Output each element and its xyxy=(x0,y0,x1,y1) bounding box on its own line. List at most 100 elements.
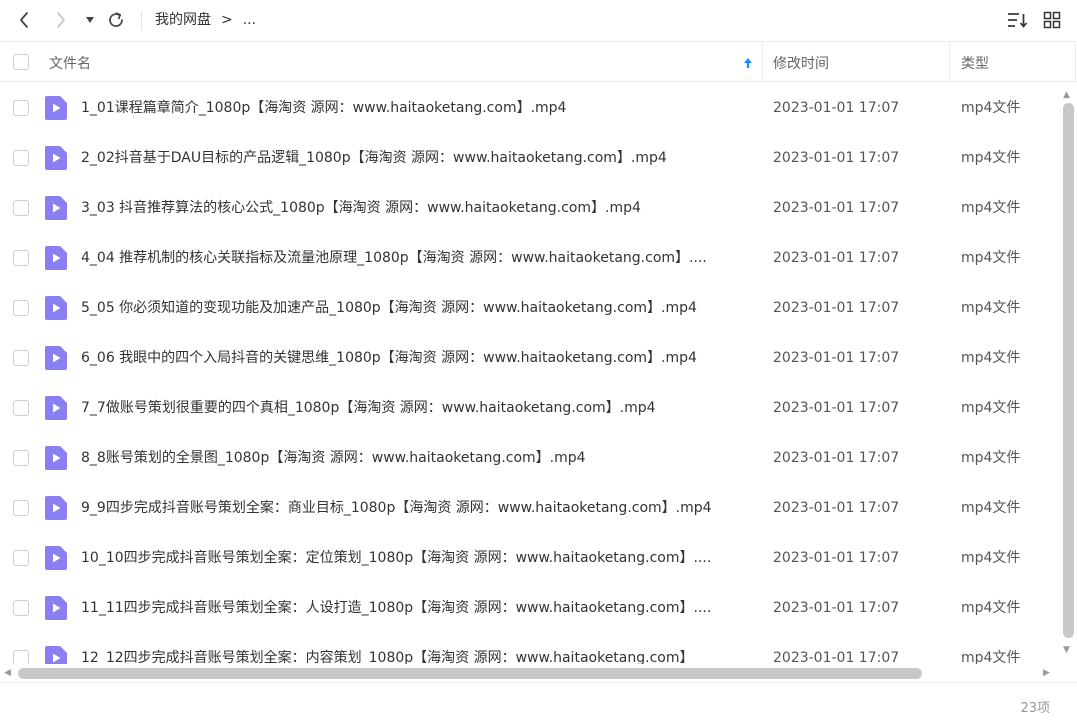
file-name[interactable]: 3_03 抖音推荐算法的核心公式_1080p【海淘资 源网：www.haitao… xyxy=(81,198,641,218)
status-bar: 23项 xyxy=(0,682,1077,724)
history-dropdown-button[interactable] xyxy=(83,9,97,31)
file-modified-time: 2023-01-01 17:07 xyxy=(773,500,900,516)
table-row[interactable]: 12_12四步完成抖音账号策划全案：内容策划_1080p【海淘资 源网：www.… xyxy=(0,633,1060,664)
row-checkbox[interactable] xyxy=(13,350,29,366)
file-name[interactable]: 6_06 我眼中的四个入局抖音的关键思维_1080p【海淘资 源网：www.ha… xyxy=(81,348,697,368)
column-header-modified-label: 修改时间 xyxy=(773,55,829,72)
video-file-icon xyxy=(45,96,67,120)
file-type: mp4文件 xyxy=(961,400,1021,416)
scroll-down-arrow-icon[interactable]: ▼ xyxy=(1063,645,1070,655)
file-list: 1_01课程篇章简介_1080p【海淘资 源网：www.haitaoketang… xyxy=(0,83,1060,664)
table-row[interactable]: 5_05 你必须知道的变现功能及加速产品_1080p【海淘资 源网：www.ha… xyxy=(0,283,1060,333)
file-modified-time: 2023-01-01 17:07 xyxy=(773,200,900,216)
select-all-checkbox[interactable] xyxy=(13,54,29,70)
toolbar: 我的网盘 > ... xyxy=(0,0,1077,42)
file-name[interactable]: 12_12四步完成抖音账号策划全案：内容策划_1080p【海淘资 源网：www.… xyxy=(81,648,694,664)
file-name[interactable]: 8_8账号策划的全景图_1080p【海淘资 源网：www.haitaoketan… xyxy=(81,448,586,468)
file-type: mp4文件 xyxy=(961,250,1021,266)
horizontal-scrollbar-thumb[interactable] xyxy=(18,668,922,679)
forward-button[interactable] xyxy=(51,9,71,31)
video-file-icon xyxy=(45,246,67,270)
chevron-left-icon xyxy=(20,12,28,28)
file-name[interactable]: 7_7做账号策划很重要的四个真相_1080p【海淘资 源网：www.haitao… xyxy=(81,398,656,418)
item-count: 23项 xyxy=(1020,701,1050,716)
file-name[interactable]: 9_9四步完成抖音账号策划全案：商业目标_1080p【海淘资 源网：www.ha… xyxy=(81,498,712,518)
file-type: mp4文件 xyxy=(961,550,1021,566)
table-row[interactable]: 8_8账号策划的全景图_1080p【海淘资 源网：www.haitaoketan… xyxy=(0,433,1060,483)
file-type: mp4文件 xyxy=(961,650,1021,664)
video-file-icon xyxy=(45,196,67,220)
file-name[interactable]: 4_04 推荐机制的核心关联指标及流量池原理_1080p【海淘资 源网：www.… xyxy=(81,248,707,268)
video-file-icon xyxy=(45,296,67,320)
file-type: mp4文件 xyxy=(961,500,1021,516)
view-toggle-button[interactable] xyxy=(1041,9,1063,31)
video-file-icon xyxy=(45,496,67,520)
row-checkbox[interactable] xyxy=(13,300,29,316)
file-modified-time: 2023-01-01 17:07 xyxy=(773,650,900,664)
file-name[interactable]: 2_02抖音基于DAU目标的产品逻辑_1080p【海淘资 源网：www.hait… xyxy=(81,148,667,168)
row-checkbox[interactable] xyxy=(13,450,29,466)
table-row[interactable]: 3_03 抖音推荐算法的核心公式_1080p【海淘资 源网：www.haitao… xyxy=(0,183,1060,233)
column-divider xyxy=(1075,43,1076,82)
file-name[interactable]: 1_01课程篇章简介_1080p【海淘资 源网：www.haitaoketang… xyxy=(81,98,566,118)
table-header: 文件名 修改时间 类型 xyxy=(0,43,1077,82)
column-header-name-label: 文件名 xyxy=(49,55,91,72)
chevron-right-icon xyxy=(57,12,65,28)
scroll-left-arrow-icon[interactable]: ◀ xyxy=(4,668,11,678)
file-type: mp4文件 xyxy=(961,300,1021,316)
column-divider[interactable] xyxy=(949,43,950,82)
table-row[interactable]: 2_02抖音基于DAU目标的产品逻辑_1080p【海淘资 源网：www.hait… xyxy=(0,133,1060,183)
file-modified-time: 2023-01-01 17:07 xyxy=(773,400,900,416)
refresh-button[interactable] xyxy=(105,9,127,31)
row-checkbox[interactable] xyxy=(13,500,29,516)
row-checkbox[interactable] xyxy=(13,550,29,566)
file-type: mp4文件 xyxy=(961,450,1021,466)
refresh-icon xyxy=(109,12,123,27)
scroll-right-arrow-icon[interactable]: ▶ xyxy=(1043,668,1050,678)
row-checkbox[interactable] xyxy=(13,200,29,216)
file-modified-time: 2023-01-01 17:07 xyxy=(773,100,900,116)
table-row[interactable]: 1_01课程篇章简介_1080p【海淘资 源网：www.haitaoketang… xyxy=(0,83,1060,133)
table-row[interactable]: 11_11四步完成抖音账号策划全案：人设打造_1080p【海淘资 源网：www.… xyxy=(0,583,1060,633)
video-file-icon xyxy=(45,396,67,420)
file-type: mp4文件 xyxy=(961,150,1021,166)
arrow-up-icon xyxy=(744,58,752,68)
row-checkbox[interactable] xyxy=(13,650,29,664)
file-type: mp4文件 xyxy=(961,600,1021,616)
file-modified-time: 2023-01-01 17:07 xyxy=(773,600,900,616)
table-row[interactable]: 10_10四步完成抖音账号策划全案：定位策划_1080p【海淘资 源网：www.… xyxy=(0,533,1060,583)
row-checkbox[interactable] xyxy=(13,400,29,416)
toolbar-divider xyxy=(141,11,142,30)
file-name[interactable]: 10_10四步完成抖音账号策划全案：定位策划_1080p【海淘资 源网：www.… xyxy=(81,548,711,568)
vertical-scrollbar-thumb[interactable] xyxy=(1063,103,1074,638)
row-checkbox[interactable] xyxy=(13,100,29,116)
column-header-type[interactable]: 类型 xyxy=(961,43,1061,82)
sort-button[interactable] xyxy=(1005,9,1029,31)
file-modified-time: 2023-01-01 17:07 xyxy=(773,550,900,566)
video-file-icon xyxy=(45,596,67,620)
table-row[interactable]: 9_9四步完成抖音账号策划全案：商业目标_1080p【海淘资 源网：www.ha… xyxy=(0,483,1060,533)
breadcrumb-more[interactable]: ... xyxy=(243,11,256,29)
scroll-up-arrow-icon[interactable]: ▲ xyxy=(1063,90,1070,100)
row-checkbox[interactable] xyxy=(13,250,29,266)
file-name[interactable]: 5_05 你必须知道的变现功能及加速产品_1080p【海淘资 源网：www.ha… xyxy=(81,298,697,318)
file-modified-time: 2023-01-01 17:07 xyxy=(773,250,900,266)
row-checkbox[interactable] xyxy=(13,150,29,166)
breadcrumb-root[interactable]: 我的网盘 xyxy=(155,11,211,29)
column-header-modified[interactable]: 修改时间 xyxy=(773,43,948,82)
column-header-name[interactable]: 文件名 xyxy=(49,43,761,82)
row-checkbox[interactable] xyxy=(13,600,29,616)
table-row[interactable]: 6_06 我眼中的四个入局抖音的关键思维_1080p【海淘资 源网：www.ha… xyxy=(0,333,1060,383)
file-type: mp4文件 xyxy=(961,100,1021,116)
table-row[interactable]: 4_04 推荐机制的核心关联指标及流量池原理_1080p【海淘资 源网：www.… xyxy=(0,233,1060,283)
sort-icon xyxy=(1008,13,1028,28)
video-file-icon xyxy=(45,146,67,170)
file-name[interactable]: 11_11四步完成抖音账号策划全案：人设打造_1080p【海淘资 源网：www.… xyxy=(81,598,711,618)
column-divider[interactable] xyxy=(762,43,763,82)
file-modified-time: 2023-01-01 17:07 xyxy=(773,150,900,166)
file-type: mp4文件 xyxy=(961,350,1021,366)
breadcrumb: 我的网盘 > ... xyxy=(155,11,256,29)
table-row[interactable]: 7_7做账号策划很重要的四个真相_1080p【海淘资 源网：www.haitao… xyxy=(0,383,1060,433)
back-button[interactable] xyxy=(14,9,34,31)
video-file-icon xyxy=(45,346,67,370)
